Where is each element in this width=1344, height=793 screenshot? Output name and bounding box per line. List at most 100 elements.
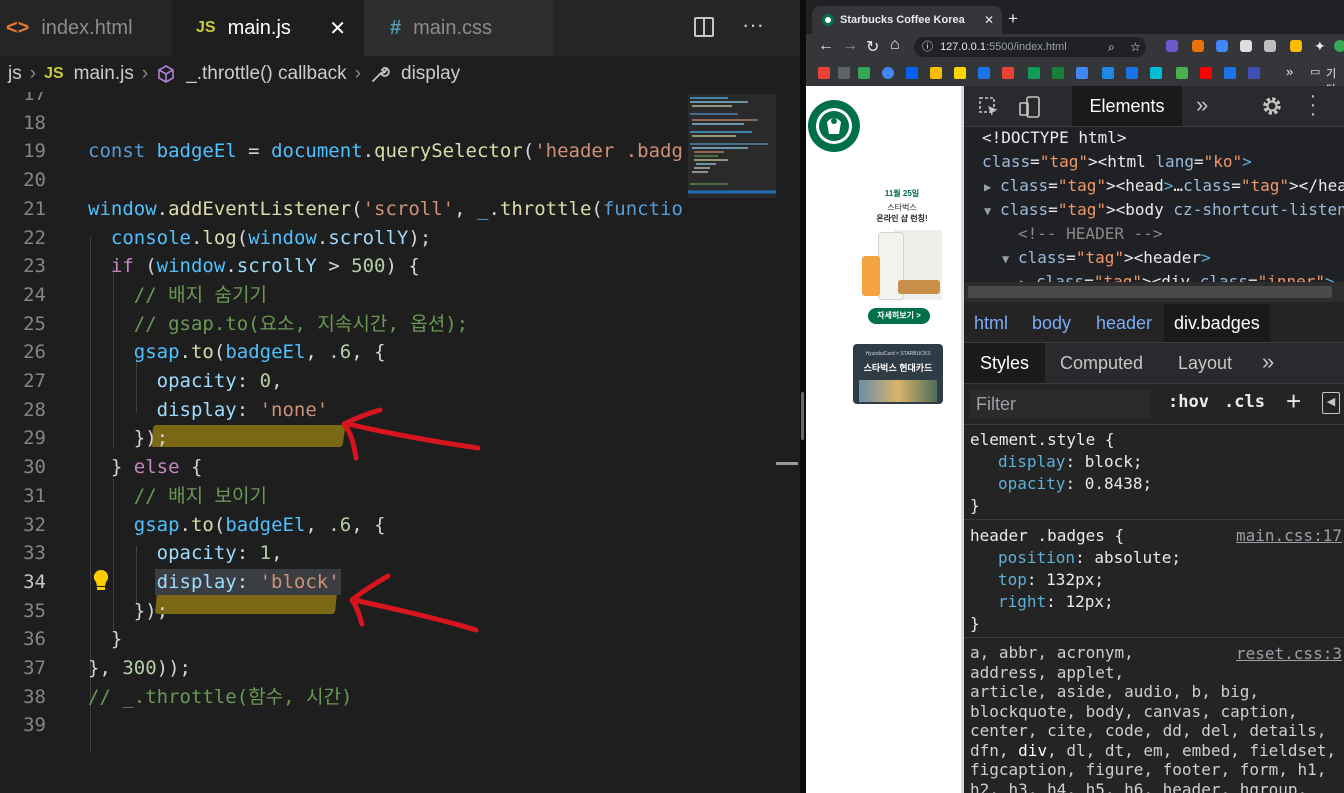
bookmark-icon[interactable] [882, 67, 894, 79]
breadcrumb-folder[interactable]: js [8, 63, 22, 85]
css-selector[interactable]: dfn, div, dl, dt, em, embed, fieldset, [970, 741, 1336, 761]
tab-main-js[interactable]: JS main.js ✕ [172, 0, 364, 56]
code-line[interactable]: 17 [0, 92, 684, 109]
badge-hyundai-card[interactable]: HyundaiCard × STARBUCKS 스타벅스 현대카드 [853, 344, 943, 404]
extension-icon[interactable] [1240, 40, 1252, 52]
code-text[interactable]: // gsap.to(요소, 지속시간, 옵션); [88, 310, 468, 339]
tab-main-css[interactable]: # main.css [364, 0, 554, 56]
code-line[interactable]: 24 // 배지 숨기기 [0, 281, 684, 310]
bookmark-icon[interactable] [818, 67, 830, 79]
bookmark-icon[interactable] [978, 67, 990, 79]
tab-computed[interactable]: Computed [1060, 353, 1143, 374]
code-line[interactable]: 38 // _.throttle(함수, 시간) [0, 683, 684, 712]
css-selector[interactable]: article, aside, audio, b, big, [970, 682, 1259, 702]
cls-toggle[interactable]: .cls [1224, 392, 1265, 412]
css-selector[interactable]: address, applet, [970, 663, 1124, 683]
bookmark-icon[interactable] [954, 67, 966, 79]
device-toolbar-icon[interactable] [1018, 95, 1042, 119]
css-declaration[interactable]: display: block; [998, 451, 1143, 473]
code-line[interactable]: 18 [0, 109, 684, 138]
inspect-element-icon[interactable] [978, 96, 1000, 118]
bookmark-icon[interactable] [1248, 67, 1260, 79]
css-declaration[interactable]: right: 12px; [998, 591, 1114, 613]
crumb-header[interactable]: header [1096, 313, 1152, 334]
dom-tree[interactable]: <!DOCTYPE html> class="tag"><html lang="k… [964, 127, 1344, 302]
code-text[interactable]: }); [88, 424, 168, 453]
extension-icon[interactable] [1192, 40, 1204, 52]
styles-rules[interactable]: element.style {display: block; opacity: 0… [964, 425, 1344, 793]
code-text[interactable]: gsap.to(badgeEl, .6, { [88, 511, 386, 540]
code-text[interactable]: // _.throttle(함수, 시간) [88, 683, 352, 712]
code-text[interactable]: }); [88, 597, 168, 626]
dom-node[interactable]: <!DOCTYPE html> [982, 127, 1127, 150]
bookmark-star-icon[interactable]: ☆ [1130, 37, 1141, 57]
more-actions-icon[interactable]: ··· [742, 12, 764, 38]
home-icon[interactable]: ⌂ [890, 36, 900, 54]
breadcrumb-symbol[interactable]: _.throttle() callback [186, 63, 347, 85]
bookmark-icon[interactable] [1102, 67, 1114, 79]
css-selector[interactable]: figcaption, figure, footer, form, h1, [970, 760, 1326, 780]
dom-node[interactable]: <!-- HEADER --> [1018, 222, 1163, 246]
extension-icon[interactable] [1290, 40, 1302, 52]
bookmark-icon[interactable] [858, 67, 870, 79]
code-line[interactable]: 39 [0, 711, 684, 740]
crumb-div-badges[interactable]: div.badges [1164, 304, 1270, 342]
badge-online-shop[interactable]: 11월 25일 스타벅스 온라인 샵 런칭! 자세히보기 > [854, 182, 950, 332]
puzzle-extensions-icon[interactable]: ✦ [1314, 38, 1326, 55]
close-icon[interactable]: ✕ [329, 16, 346, 41]
css-source-link[interactable]: reset.css:3 [1236, 643, 1342, 665]
tab-index-html[interactable]: <> index.html [0, 0, 172, 56]
info-icon[interactable]: ⓘ [922, 41, 933, 53]
code-text[interactable]: const badgeEl = document.querySelector('… [88, 137, 683, 166]
code-line[interactable]: 37}, 300)); [0, 654, 684, 683]
dom-node[interactable]: ▼class="tag"><body cz-shortcut-listen="t… [984, 198, 1344, 222]
code-text[interactable]: }, 300)); [88, 654, 191, 683]
new-tab-icon[interactable]: + [1008, 9, 1018, 29]
css-selector[interactable]: a, abbr, acronym, [970, 643, 1134, 663]
avatar[interactable] [1334, 40, 1344, 52]
code-text[interactable]: display: 'none' [88, 396, 329, 425]
breadcrumb-member[interactable]: display [401, 63, 460, 85]
tab-elements[interactable]: Elements [1072, 86, 1182, 126]
css-declaration[interactable]: top: 132px; [998, 569, 1104, 591]
hov-toggle[interactable]: :hov [1168, 392, 1209, 412]
css-selector[interactable]: header .badges { [970, 525, 1124, 547]
css-declaration[interactable]: opacity: 0.8438; [998, 473, 1152, 495]
code-text[interactable]: display: 'block' [88, 568, 340, 597]
dom-horizontal-scrollbar[interactable] [964, 282, 1344, 302]
code-text[interactable]: gsap.to(badgeEl, .6, { [88, 338, 386, 367]
bookmark-icon[interactable] [1028, 67, 1040, 79]
extension-icon[interactable] [1166, 40, 1178, 52]
code-line[interactable]: 21 window.addEventListener('scroll', _.th… [0, 195, 684, 224]
bookmark-icon[interactable] [1224, 67, 1236, 79]
toggle-sidebar-icon[interactable]: ◀ [1322, 392, 1340, 414]
dom-node[interactable]: ▼ class="tag"><header> [1002, 246, 1211, 270]
code-line[interactable]: 23 if (window.scrollY > 500) { [0, 252, 684, 281]
bookmark-icon[interactable] [906, 67, 918, 79]
extension-icon[interactable] [1216, 40, 1228, 52]
code-line[interactable]: 19 const badgeEl = document.querySelector… [0, 137, 684, 166]
new-rule-plus-icon[interactable]: + [1286, 386, 1301, 417]
dom-node[interactable]: ▶class="tag"><head>…class="tag"></head> [984, 174, 1344, 198]
forward-arrow-icon[interactable]: → [842, 37, 858, 55]
web-page-viewport[interactable]: 11월 25일 스타벅스 온라인 샵 런칭! 자세히보기 > HyundaiCa… [806, 86, 961, 793]
bookmarks-more[interactable]: » [1286, 64, 1293, 79]
css-selector[interactable]: center, cite, code, dd, del, details, [970, 721, 1326, 741]
badge-detail-button[interactable]: 자세히보기 > [868, 308, 930, 324]
code-line[interactable]: 31 // 배지 보이기 [0, 482, 684, 511]
code-text[interactable]: // 배지 숨기기 [88, 281, 267, 310]
bookmark-icon[interactable] [1200, 67, 1212, 79]
starbucks-logo[interactable] [808, 100, 860, 152]
back-arrow-icon[interactable]: ← [818, 37, 834, 55]
code-text[interactable]: opacity: 0, [88, 367, 283, 396]
editor-scrollbar[interactable] [776, 92, 800, 793]
code-text[interactable]: // 배지 보이기 [88, 482, 267, 511]
styles-filter-input[interactable]: Filter [970, 390, 1150, 418]
browser-tab[interactable]: Starbucks Coffee Korea ✕ [812, 6, 1002, 34]
split-editor-icon[interactable] [694, 17, 714, 37]
more-subtabs-icon[interactable]: » [1262, 349, 1274, 375]
more-tabs-icon[interactable]: » [1196, 92, 1208, 118]
crumb-body[interactable]: body [1032, 313, 1071, 334]
css-selector[interactable]: h2, h3, h4, h5, h6, header, hgroup, [970, 780, 1307, 793]
code-text[interactable]: console.log(window.scrollY); [88, 224, 431, 253]
